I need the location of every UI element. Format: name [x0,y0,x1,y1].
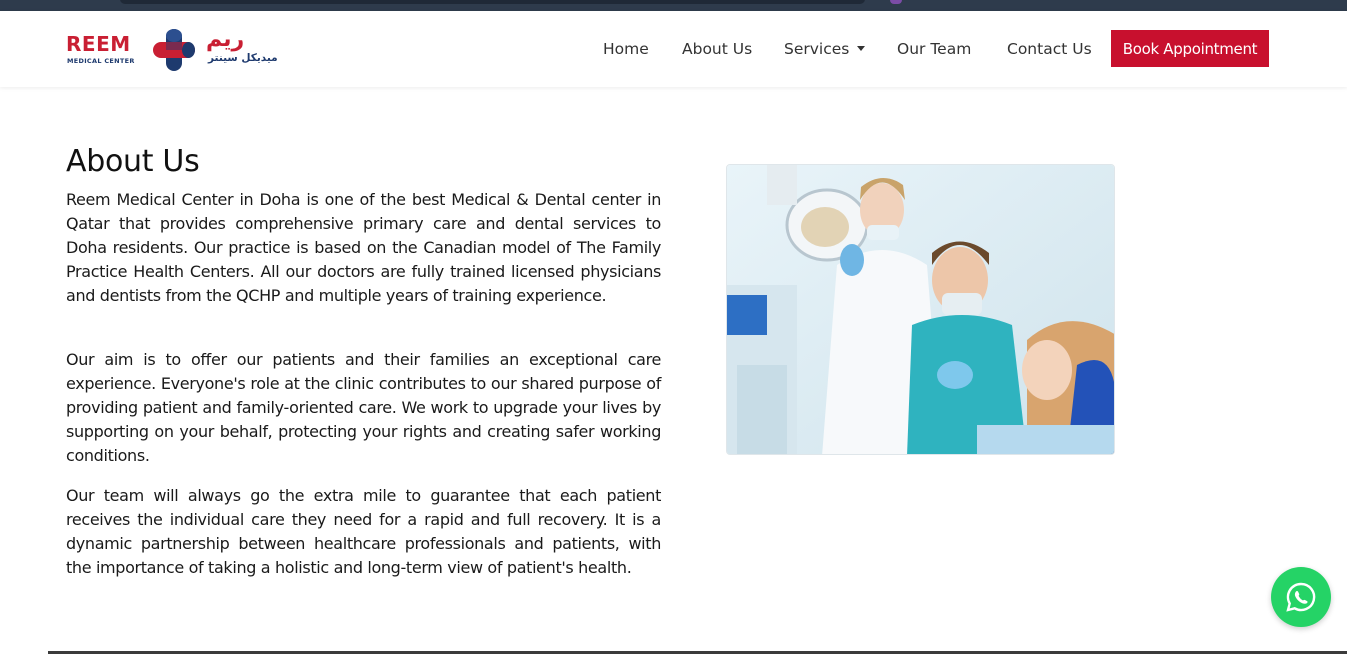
about-paragraph-3: Our team will always go the extra mile t… [66,486,661,577]
extension-icon[interactable] [890,0,902,4]
brand-subtitle-en: MEDICAL CENTER [67,57,135,65]
address-bar[interactable] [120,0,865,4]
whatsapp-icon [1286,582,1316,612]
page-title: About Us [66,144,200,179]
navbar: REEM MEDICAL CENTER ريم ميديكل سينتر Hom… [0,11,1347,87]
whatsapp-button[interactable] [1271,567,1331,627]
chevron-down-icon [857,46,866,51]
brand-name-ar: ريم [206,27,245,52]
dental-clinic-photo-illustration [727,165,1114,454]
nav-services-label: Services [784,40,850,58]
nav-services[interactable]: Services [784,40,866,58]
about-paragraph-1: Reem Medical Center in Doha is one of th… [66,190,661,305]
medical-cross-icon [153,29,195,71]
brand-name-en: REEM [66,32,131,56]
book-appointment-button[interactable]: Book Appointment [1111,30,1269,67]
brand-subtitle-ar: ميديكل سينتر [208,52,278,64]
dental-clinic-image [726,164,1115,455]
nav-home[interactable]: Home [603,40,649,58]
brand-logo[interactable]: REEM MEDICAL CENTER ريم ميديكل سينتر [66,27,278,71]
nav-about-us[interactable]: About Us [682,40,752,58]
nav-contact-us[interactable]: Contact Us [1007,40,1092,58]
browser-top-strip [0,0,1347,11]
about-paragraph-2: Our aim is to offer our patients and the… [66,350,661,465]
nav-our-team[interactable]: Our Team [897,40,971,58]
